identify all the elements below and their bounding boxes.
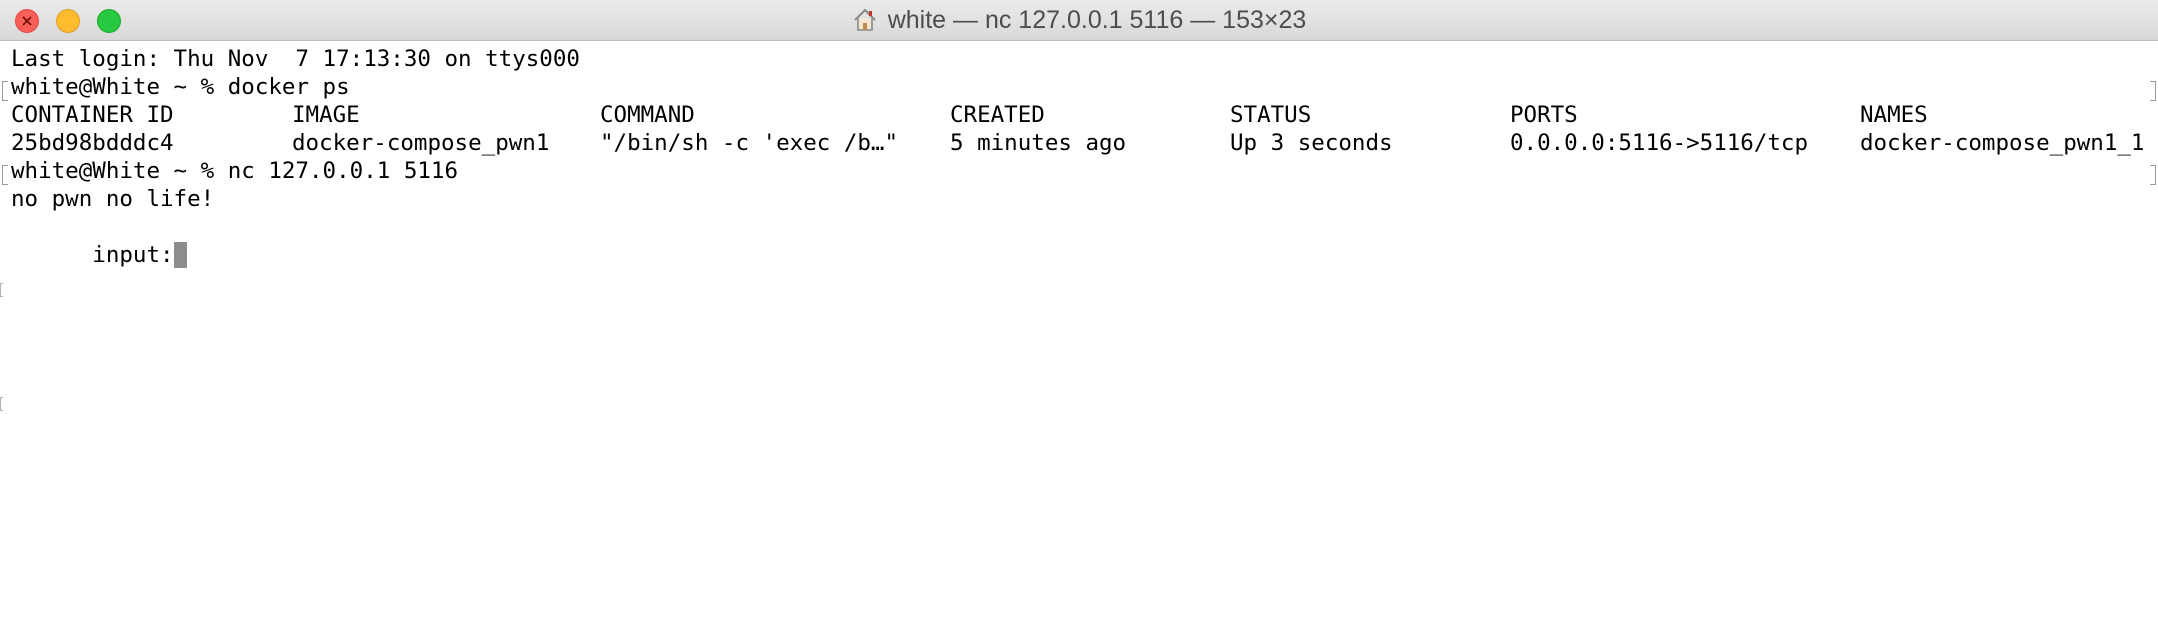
- prompt-mark: [2, 81, 8, 101]
- cell-ports: 0.0.0.0:5116->5116/tcp: [1510, 130, 1809, 156]
- terminal-window: white — nc 127.0.0.1 5116 — 153×23 Last …: [0, 0, 2158, 636]
- overflow-mark: [2150, 81, 2156, 101]
- cell-container-id: 25bd98bdddc4: [11, 130, 174, 156]
- last-login-line: Last login: Thu Nov 7 17:13:30 on ttys00…: [11, 46, 580, 72]
- header-names: NAMES: [1860, 102, 1928, 128]
- home-icon: [853, 8, 876, 31]
- docker-ps-header-row: CONTAINER ID IMAGE COMMAND CREATED STATU…: [11, 101, 1928, 129]
- header-status: STATUS: [1230, 102, 1312, 128]
- cell-created: 5 minutes ago: [950, 130, 1127, 156]
- terminal-content[interactable]: Last login: Thu Nov 7 17:13:30 on ttys00…: [0, 41, 2158, 636]
- edge-mark: [0, 283, 3, 297]
- cell-names: docker-compose_pwn1_1: [1860, 130, 2145, 156]
- text-cursor[interactable]: [173, 242, 187, 268]
- cell-command: "/bin/sh -c 'exec /b…": [600, 130, 899, 156]
- program-output-line: no pwn no life!: [11, 186, 215, 212]
- header-image: IMAGE: [292, 102, 360, 128]
- docker-ps-row: 25bd98bdddc4 docker-compose_pwn1 "/bin/s…: [11, 129, 2144, 157]
- input-line[interactable]: input:: [11, 213, 187, 268]
- header-container-id: CONTAINER ID: [11, 102, 174, 128]
- input-prompt-label: input:: [92, 242, 174, 268]
- window-title: white — nc 127.0.0.1 5116 — 153×23: [887, 5, 1307, 34]
- header-ports: PORTS: [1510, 102, 1578, 128]
- edge-mark: [0, 397, 3, 411]
- header-command: COMMAND: [600, 102, 695, 128]
- cell-status: Up 3 seconds: [1230, 130, 1393, 156]
- window-title-group: white — nc 127.0.0.1 5116 — 153×23: [0, 0, 2158, 40]
- overflow-mark: [2150, 165, 2156, 185]
- command-line-docker-ps: white@White ~ % docker ps: [11, 74, 350, 100]
- cell-image: docker-compose_pwn1: [292, 130, 550, 156]
- prompt-mark: [2, 165, 8, 185]
- title-bar[interactable]: white — nc 127.0.0.1 5116 — 153×23: [0, 0, 2158, 41]
- header-created: CREATED: [950, 102, 1045, 128]
- command-line-nc: white@White ~ % nc 127.0.0.1 5116: [11, 158, 459, 184]
